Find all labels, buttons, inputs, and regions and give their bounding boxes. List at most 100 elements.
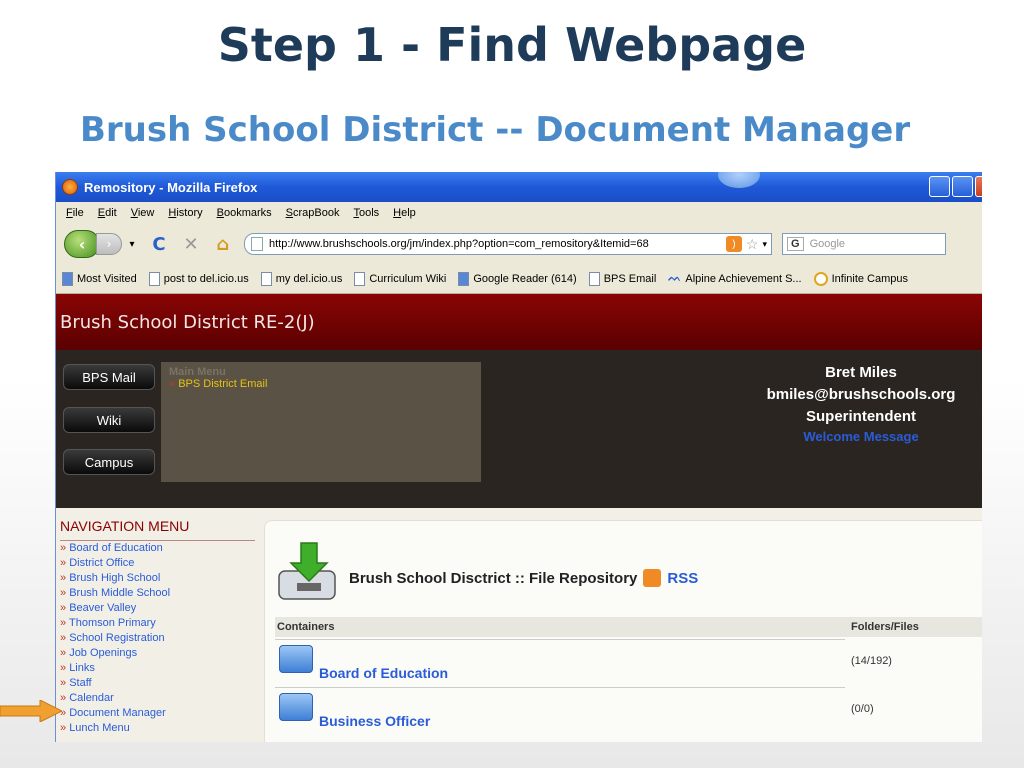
menu-help[interactable]: Help <box>393 207 416 219</box>
bookmark-google-reader[interactable]: Google Reader (614) <box>458 271 577 286</box>
reload-icon[interactable]: C <box>148 234 170 255</box>
nav-item-staff[interactable]: Staff <box>60 676 255 691</box>
rss-icon[interactable] <box>643 569 662 587</box>
pointer-arrow-icon <box>0 700 62 722</box>
bookmark-alpine[interactable]: ᨓ Alpine Achievement S... <box>668 272 801 285</box>
menu-bar: File Edit View History Bookmarks ScrapBo… <box>56 202 982 224</box>
bookmark-my-delicious[interactable]: my del.icio.us <box>260 271 342 286</box>
nav-item-school-registration[interactable]: School Registration <box>60 631 255 646</box>
bookmark-curriculum-wiki[interactable]: Curriculum Wiki <box>354 271 446 286</box>
repository-title: Brush School Disctrict :: File Repositor… <box>349 569 699 587</box>
file-repository: Brush School Disctrict :: File Repositor… <box>264 520 982 742</box>
menu-view[interactable]: View <box>131 207 155 219</box>
close-button[interactable] <box>975 176 982 197</box>
page-icon <box>354 271 366 286</box>
table-row[interactable]: Business Officer (0/0) <box>275 687 982 735</box>
menu-scrapbook[interactable]: ScrapBook <box>286 207 340 219</box>
bookmark-infinite-campus[interactable]: Infinite Campus <box>813 271 908 286</box>
search-box[interactable]: G Google <box>782 233 946 255</box>
site-header: Brush School District RE-2(J) <box>56 294 982 350</box>
nav-item-lunch-menu[interactable]: Lunch Menu <box>60 721 255 736</box>
firefox-icon <box>62 179 78 195</box>
user-email: bmiles@brushschools.org <box>766 386 956 403</box>
window-titlebar: Remository - Mozilla Firefox <box>56 172 982 202</box>
reader-icon <box>458 271 470 286</box>
campus-icon <box>813 271 828 286</box>
url-dropdown-icon[interactable]: ▾ <box>762 239 767 250</box>
folder-icon <box>279 693 313 721</box>
rss-feed-icon[interactable]: ) <box>725 236 742 252</box>
campus-button[interactable]: Campus <box>63 449 155 475</box>
table-row[interactable]: Board of Education (14/192) <box>275 639 982 687</box>
folders-files-column-header: Folders/Files <box>851 621 919 633</box>
mountain-icon: ᨓ <box>668 272 682 284</box>
minimize-button[interactable] <box>929 176 950 197</box>
page-icon <box>588 271 600 286</box>
window-controls <box>929 176 982 197</box>
back-button[interactable]: ‹ <box>64 230 100 258</box>
star-icon[interactable]: ☆ <box>746 236 759 253</box>
menu-edit[interactable]: Edit <box>98 207 117 219</box>
folder-icon <box>279 645 313 673</box>
nav-item-links[interactable]: Links <box>60 661 255 676</box>
user-name: Bret Miles <box>825 364 897 381</box>
welcome-message-link[interactable]: Welcome Message <box>746 428 976 446</box>
stop-icon[interactable]: ✕ <box>180 234 202 255</box>
page-content: NAVIGATION MENU Board of Education Distr… <box>56 508 982 742</box>
rss-link[interactable]: RSS <box>667 570 698 587</box>
bookmark-most-visited[interactable]: Most Visited <box>62 271 137 286</box>
menu-file[interactable]: File <box>66 207 84 219</box>
nav-item-document-manager[interactable]: Document Manager <box>60 706 255 721</box>
bookmark-post-delicious[interactable]: post to del.icio.us <box>148 271 249 286</box>
home-icon[interactable]: ⌂ <box>212 234 234 255</box>
navigation-menu-title: NAVIGATION MENU <box>60 518 190 534</box>
window-title: Remository - Mozilla Firefox <box>84 179 258 195</box>
container-count: (0/0) <box>851 703 874 715</box>
history-dropdown-icon[interactable]: ▾ <box>126 239 138 250</box>
slide-title: Step 1 - Find Webpage <box>217 18 807 72</box>
maximize-button[interactable] <box>952 176 973 197</box>
nav-item-board-of-education[interactable]: Board of Education <box>60 541 255 556</box>
slide-subtitle: Brush School District -- Document Manage… <box>80 110 911 150</box>
address-bar[interactable]: http://www.brushschools.org/jm/index.php… <box>244 233 772 255</box>
table-header: Containers Folders/Files <box>275 617 982 637</box>
site-banner: BPS Mail Wiki Campus Main Menu » BPS Dis… <box>56 350 982 508</box>
nav-item-brush-middle-school[interactable]: Brush Middle School <box>60 586 255 601</box>
container-link[interactable]: Business Officer <box>319 713 430 729</box>
glow-orb-icon <box>718 172 760 188</box>
nav-item-brush-high-school[interactable]: Brush High School <box>60 571 255 586</box>
container-count: (14/192) <box>851 655 892 667</box>
user-role: Superintendent <box>805 408 916 425</box>
nav-item-beaver-valley[interactable]: Beaver Valley <box>60 601 255 616</box>
google-engine-icon[interactable]: G <box>787 237 804 251</box>
menu-tools[interactable]: Tools <box>353 207 379 219</box>
navigation-toolbar: ‹ › ▾ C ✕ ⌂ http://www.brushschools.org/… <box>56 224 982 264</box>
nav-item-calendar[interactable]: Calendar <box>60 691 255 706</box>
menu-bookmarks[interactable]: Bookmarks <box>217 207 272 219</box>
repository-download-icon <box>278 542 336 600</box>
url-text: http://www.brushschools.org/jm/index.php… <box>269 238 649 250</box>
bookmarks-toolbar: Most Visited post to del.icio.us my del.… <box>56 264 982 294</box>
navigation-menu: Board of Education District Office Brush… <box>60 540 255 736</box>
container-link[interactable]: Board of Education <box>319 665 448 681</box>
main-menu-heading: Main Menu <box>169 366 226 378</box>
site-title: Brush School District RE-2(J) <box>60 311 315 333</box>
nav-item-job-openings[interactable]: Job Openings <box>60 646 255 661</box>
page-icon <box>148 271 160 286</box>
nav-item-district-office[interactable]: District Office <box>60 556 255 571</box>
bookmark-bps-email[interactable]: BPS Email <box>588 271 656 286</box>
bps-mail-button[interactable]: BPS Mail <box>63 364 155 390</box>
forward-button[interactable]: › <box>96 233 122 255</box>
user-info: Bret Miles bmiles@brushschools.org Super… <box>746 362 976 446</box>
nav-item-thomson-primary[interactable]: Thomson Primary <box>60 616 255 631</box>
menu-history[interactable]: History <box>168 207 202 219</box>
page-icon <box>260 271 272 286</box>
folder-icon <box>62 271 73 286</box>
wiki-button[interactable]: Wiki <box>63 407 155 433</box>
search-placeholder: Google <box>809 238 846 250</box>
browser-screenshot: Remository - Mozilla Firefox File Edit V… <box>55 172 982 742</box>
bps-district-email-link[interactable]: » BPS District Email <box>169 378 473 390</box>
page-icon <box>251 237 263 251</box>
containers-column-header: Containers <box>277 621 335 633</box>
main-menu-panel: Main Menu » BPS District Email <box>161 362 481 482</box>
